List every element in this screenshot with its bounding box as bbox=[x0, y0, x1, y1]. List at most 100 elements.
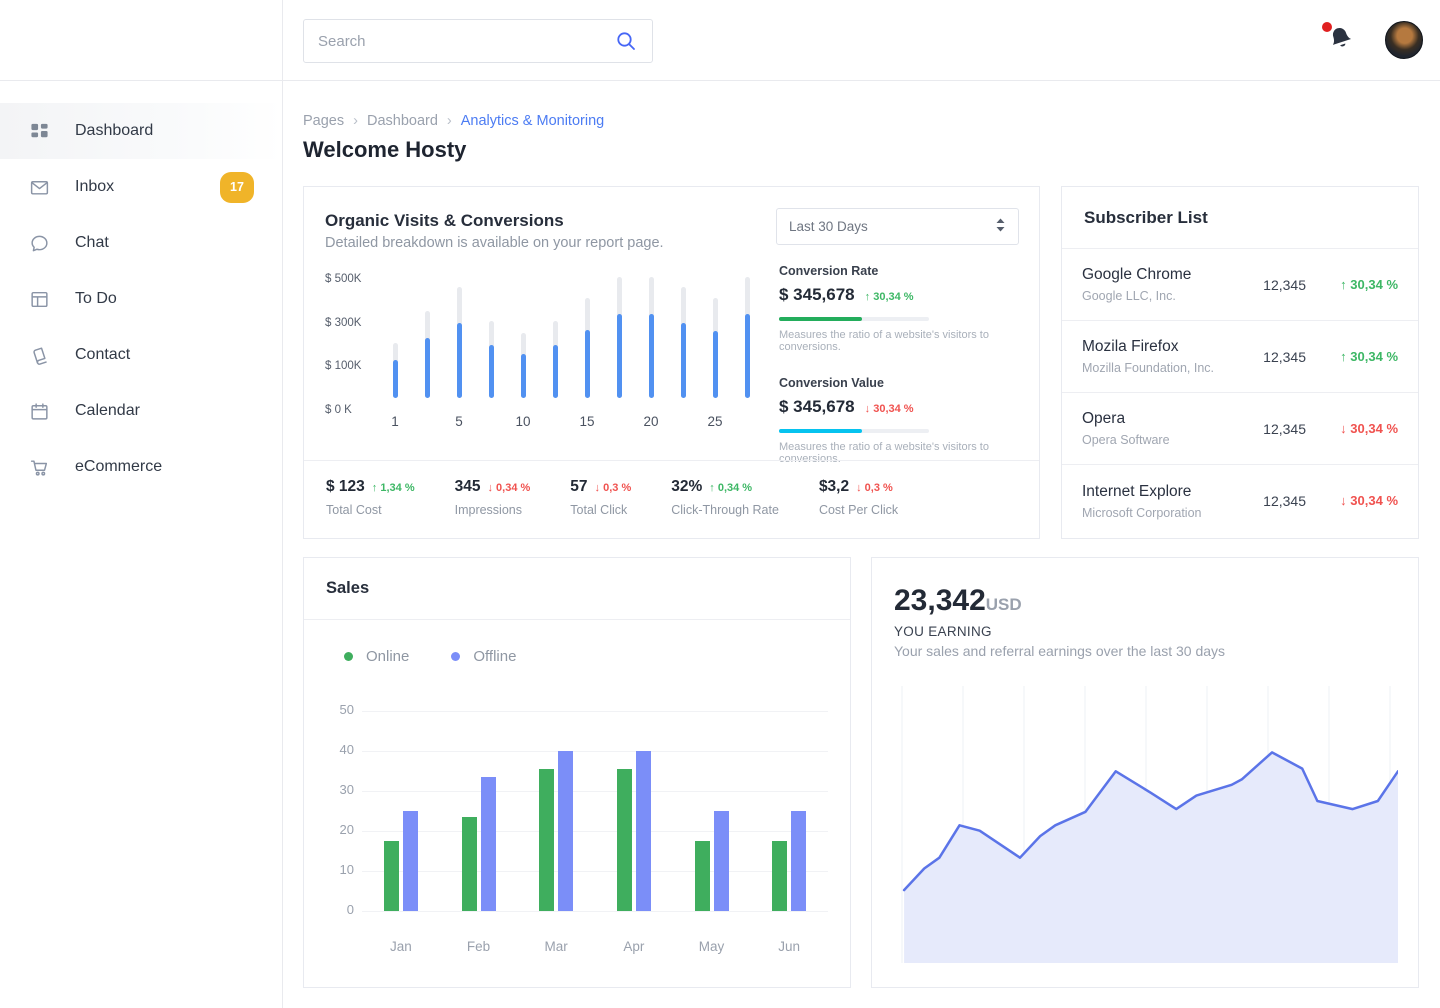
stat-value: 32% bbox=[671, 478, 702, 496]
bar-group bbox=[750, 711, 828, 911]
subscriber-name: Google Chrome bbox=[1082, 266, 1191, 284]
x-tick-label: 25 bbox=[699, 414, 731, 429]
y-tick-label: $ 300K bbox=[325, 317, 379, 329]
sidebar-item-dashboard[interactable]: Dashboard bbox=[0, 103, 282, 159]
stat-change: 0,34 % bbox=[709, 482, 752, 494]
sidebar-item-todo[interactable]: To Do bbox=[0, 271, 282, 327]
calendar-icon bbox=[28, 400, 50, 422]
period-select[interactable]: Last 30 Days bbox=[776, 208, 1019, 245]
sidebar-item-chat[interactable]: Chat bbox=[0, 215, 282, 271]
conversion-rate-block: Conversion Rate $ 345,678 30,34 % Measur… bbox=[779, 264, 1029, 353]
stat-value: 345 bbox=[455, 478, 481, 496]
search-box bbox=[303, 19, 653, 63]
breadcrumb: Pages › Dashboard › Analytics & Monitori… bbox=[303, 113, 604, 129]
value-bar bbox=[681, 323, 686, 398]
y-tick-label: 0 bbox=[328, 902, 354, 917]
progress-track bbox=[779, 317, 929, 321]
sidebar-item-label: Dashboard bbox=[75, 122, 153, 140]
x-tick-label: 20 bbox=[635, 414, 667, 429]
total-bar bbox=[393, 343, 398, 398]
page-title: Welcome Hosty bbox=[303, 137, 466, 163]
total-bar bbox=[713, 298, 718, 398]
subscriber-change: 30,34 % bbox=[1340, 277, 1398, 292]
subscriber-change: 30,34 % bbox=[1340, 349, 1398, 364]
total-bar bbox=[649, 277, 654, 398]
bar-slot bbox=[731, 273, 763, 398]
conversion-value-change: 30,34 % bbox=[865, 403, 914, 415]
subscriber-row-firefox: Mozila Firefox Mozilla Foundation, Inc. … bbox=[1062, 321, 1418, 393]
y-tick-label: $ 100K bbox=[325, 360, 379, 372]
subscriber-row-chrome: Google Chrome Google LLC, Inc. 12,345 30… bbox=[1062, 249, 1418, 321]
total-bar bbox=[585, 298, 590, 398]
bar-slot bbox=[603, 273, 635, 398]
breadcrumb-dashboard[interactable]: Dashboard bbox=[367, 113, 438, 129]
sidebar-item-ecommerce[interactable]: eCommerce bbox=[0, 439, 282, 495]
y-tick-label: 50 bbox=[328, 702, 354, 717]
bar bbox=[384, 841, 399, 911]
user-avatar[interactable] bbox=[1385, 21, 1423, 59]
y-tick-label: $ 0 K bbox=[325, 404, 379, 416]
logo bbox=[0, 0, 282, 81]
bar bbox=[558, 751, 573, 911]
subscriber-change: 30,34 % bbox=[1340, 421, 1398, 436]
y-axis-labels: $ 500K$ 300K$ 100K$ 0 K bbox=[325, 273, 379, 416]
y-tick-label: 30 bbox=[328, 782, 354, 797]
value-bar bbox=[713, 331, 718, 398]
bars bbox=[379, 273, 763, 398]
notification-dot bbox=[1322, 22, 1332, 32]
sidebar-item-label: Calendar bbox=[75, 402, 140, 420]
total-bar bbox=[489, 321, 494, 398]
subscriber-list-card: Subscriber List Google Chrome Google LLC… bbox=[1061, 186, 1419, 539]
total-bar bbox=[681, 287, 686, 398]
inbox-unread-badge: 17 bbox=[220, 172, 254, 203]
card-title: Subscriber List bbox=[1062, 187, 1418, 249]
bar-slot bbox=[443, 273, 475, 398]
breadcrumb-current[interactable]: Analytics & Monitoring bbox=[461, 113, 604, 129]
value-bar bbox=[425, 338, 430, 398]
legend-dot bbox=[344, 652, 353, 661]
sidebar-item-calendar[interactable]: Calendar bbox=[0, 383, 282, 439]
stat-cpc: $3,20,3 % Cost Per Click bbox=[819, 478, 898, 538]
bar-slot bbox=[667, 273, 699, 398]
bar bbox=[617, 769, 632, 911]
plot-area: 1510152025 bbox=[379, 273, 763, 433]
sidebar-item-inbox[interactable]: Inbox 17 bbox=[0, 159, 282, 215]
conversion-rate-value: $ 345,678 bbox=[779, 285, 855, 305]
stat-value: $3,2 bbox=[819, 478, 849, 496]
x-tick-label: 1 bbox=[379, 414, 411, 429]
period-select-value: Last 30 Days bbox=[789, 219, 868, 234]
subscriber-company: Opera Software bbox=[1082, 433, 1170, 447]
conversion-panel: Conversion Rate $ 345,678 30,34 % Measur… bbox=[779, 264, 1029, 465]
sidebar-item-label: To Do bbox=[75, 290, 117, 308]
earning-amount: 23,342 bbox=[894, 584, 986, 618]
sidebar-item-label: eCommerce bbox=[75, 458, 162, 476]
sales-card: Sales Online Offline 01020304050 JanFebM… bbox=[303, 557, 851, 988]
conversion-value-label: Conversion Value bbox=[779, 376, 1029, 390]
x-tick-label bbox=[411, 414, 443, 429]
y-tick-label: 40 bbox=[328, 742, 354, 757]
card-subtitle: Detailed breakdown is available on your … bbox=[325, 235, 664, 251]
value-bar bbox=[521, 354, 526, 398]
bar-slot bbox=[475, 273, 507, 398]
search-input[interactable] bbox=[318, 33, 614, 50]
progress-fill bbox=[779, 317, 862, 321]
bar bbox=[403, 811, 418, 911]
conversion-rate-change: 30,34 % bbox=[865, 291, 914, 303]
y-tick-label: 20 bbox=[328, 822, 354, 837]
search-icon[interactable] bbox=[614, 29, 638, 53]
notification-bell-icon[interactable] bbox=[1326, 24, 1360, 58]
legend-label: Offline bbox=[473, 648, 516, 665]
stat-label: Total Click bbox=[570, 503, 631, 517]
earning-card: 23,342 USD YOU EARNING Your sales and re… bbox=[871, 557, 1419, 988]
stat-change: 1,34 % bbox=[372, 482, 415, 494]
bar-group bbox=[673, 711, 751, 911]
topbar bbox=[283, 0, 1440, 81]
sidebar-item-contact[interactable]: Contact bbox=[0, 327, 282, 383]
subscriber-count: 12,345 bbox=[1263, 277, 1306, 293]
conversion-value-value: $ 345,678 bbox=[779, 397, 855, 417]
breadcrumb-pages[interactable]: Pages bbox=[303, 113, 344, 129]
value-bar bbox=[457, 323, 462, 398]
sales-bar-chart: 01020304050 JanFebMarAprMayJun bbox=[322, 693, 834, 963]
progress-fill bbox=[779, 429, 862, 433]
x-tick-label bbox=[667, 414, 699, 429]
